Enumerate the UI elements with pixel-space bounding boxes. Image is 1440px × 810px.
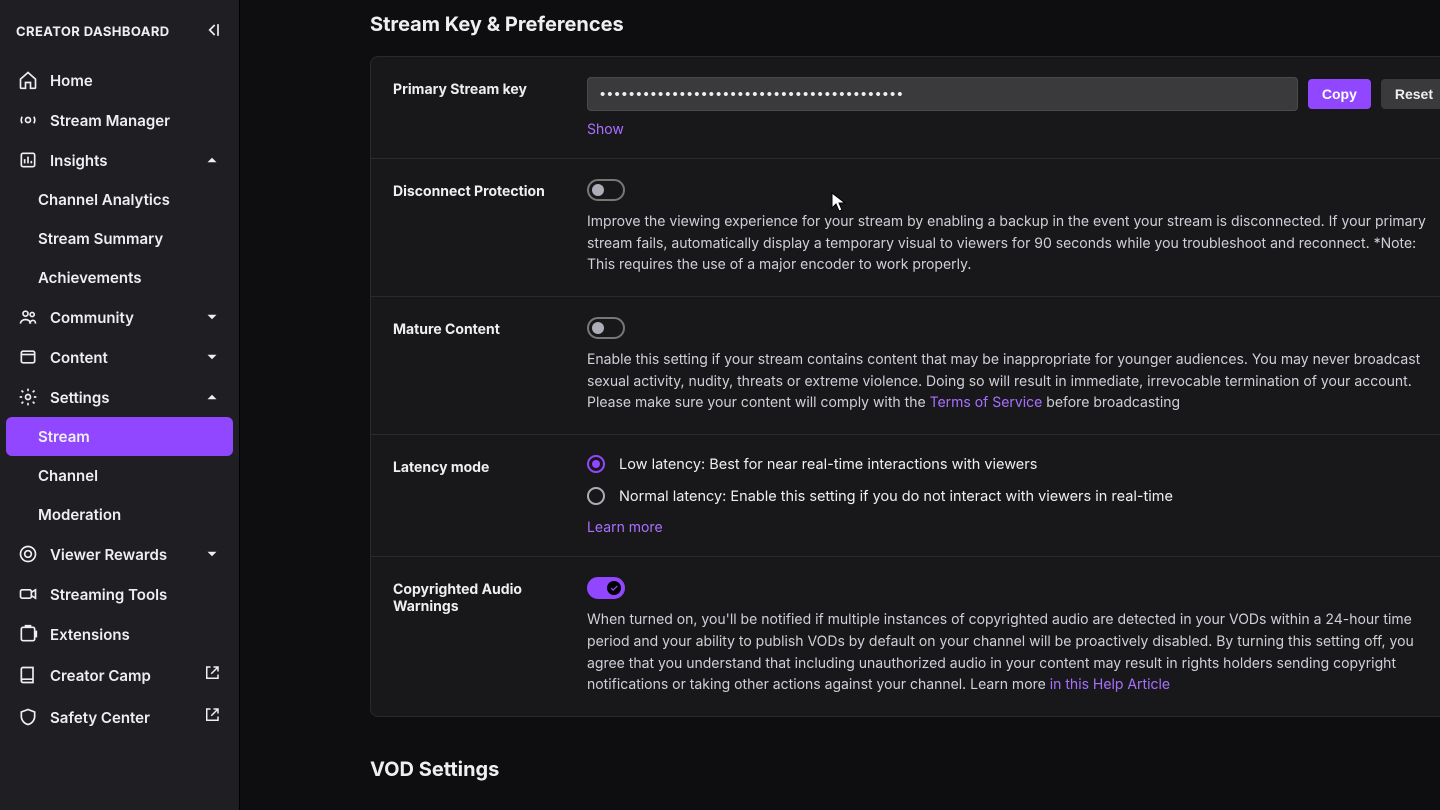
row-label: Latency mode <box>393 455 563 536</box>
sidebar-item-creator-camp[interactable]: Creator Camp <box>6 654 233 696</box>
stream-key-input[interactable] <box>587 77 1298 111</box>
sidebar: CREATOR DASHBOARD Home Stream Manager In… <box>0 0 240 810</box>
content-icon <box>18 347 38 367</box>
sidebar-label: Channel <box>38 466 98 485</box>
section-title: Stream Key & Preferences <box>370 12 1440 36</box>
row-copyrighted-audio: Copyrighted Audio Warnings When turned o… <box>371 557 1440 716</box>
copy-button[interactable]: Copy <box>1308 79 1371 109</box>
preferences-panel: Primary Stream key Copy Reset Show Disco… <box>370 56 1440 717</box>
tos-link[interactable]: Terms of Service <box>930 394 1043 411</box>
sidebar-item-community[interactable]: Community <box>6 297 233 337</box>
disconnect-toggle[interactable] <box>587 179 625 201</box>
sidebar-label: Stream Summary <box>38 229 163 248</box>
sidebar-label: Viewer Rewards <box>50 545 167 564</box>
sidebar-label: Achievements <box>38 268 141 287</box>
chevron-down-icon <box>203 545 221 563</box>
sidebar-item-extensions[interactable]: Extensions <box>6 614 233 654</box>
sidebar-item-channel-analytics[interactable]: Channel Analytics <box>6 180 233 219</box>
sidebar-item-moderation[interactable]: Moderation <box>6 495 233 534</box>
sidebar-label: Extensions <box>50 625 130 644</box>
extensions-icon <box>18 624 38 644</box>
row-label: Mature Content <box>393 317 563 414</box>
sidebar-label: Insights <box>50 151 107 170</box>
sidebar-label: Creator Camp <box>50 666 151 685</box>
chevron-up-icon <box>203 388 221 406</box>
sidebar-label: Home <box>50 71 93 90</box>
chevron-down-icon <box>203 308 221 326</box>
sidebar-item-insights[interactable]: Insights <box>6 140 233 180</box>
sidebar-item-streaming-tools[interactable]: Streaming Tools <box>6 574 233 614</box>
collapse-sidebar-button[interactable] <box>203 20 223 44</box>
row-disconnect-protection: Disconnect Protection Improve the viewin… <box>371 159 1440 297</box>
vod-section-title: VOD Settings <box>370 757 1440 781</box>
camera-icon <box>18 584 38 604</box>
book-icon <box>18 665 38 685</box>
disconnect-description: Improve the viewing experience for your … <box>587 211 1440 276</box>
reset-button[interactable]: Reset <box>1381 79 1440 109</box>
row-latency-mode: Latency mode Low latency: Best for near … <box>371 435 1440 557</box>
sidebar-item-stream[interactable]: Stream <box>6 417 233 456</box>
show-key-link[interactable]: Show <box>587 121 1440 138</box>
sidebar-item-channel[interactable]: Channel <box>6 456 233 495</box>
sidebar-item-settings[interactable]: Settings <box>6 377 233 417</box>
row-label: Primary Stream key <box>393 77 563 138</box>
sidebar-item-viewer-rewards[interactable]: Viewer Rewards <box>6 534 233 574</box>
row-label: Copyrighted Audio Warnings <box>393 577 563 696</box>
radio-label: Normal latency: Enable this setting if y… <box>619 488 1173 505</box>
main-content: Stream Key & Preferences Primary Stream … <box>240 0 1440 810</box>
sidebar-label: Settings <box>50 388 109 407</box>
radio-icon <box>587 487 605 505</box>
help-article-link[interactable]: in this Help Article <box>1050 676 1170 693</box>
gear-icon <box>18 387 38 407</box>
sidebar-label: Stream <box>38 427 90 446</box>
shield-icon <box>18 707 38 727</box>
home-icon <box>18 70 38 90</box>
sidebar-label: Stream Manager <box>50 111 170 130</box>
sidebar-item-achievements[interactable]: Achievements <box>6 258 233 297</box>
latency-learn-more-link[interactable]: Learn more <box>587 519 1440 536</box>
sidebar-label: Community <box>50 308 134 327</box>
row-label: Disconnect Protection <box>393 179 563 276</box>
sidebar-item-stream-manager[interactable]: Stream Manager <box>6 100 233 140</box>
chevron-down-icon <box>203 348 221 366</box>
radio-label: Low latency: Best for near real-time int… <box>619 456 1037 473</box>
rewards-icon <box>18 544 38 564</box>
mature-toggle[interactable] <box>587 317 625 339</box>
audio-description: When turned on, you'll be notified if mu… <box>587 609 1440 696</box>
sidebar-label: Safety Center <box>50 708 150 727</box>
sidebar-label: Channel Analytics <box>38 190 170 209</box>
sidebar-label: Moderation <box>38 505 121 524</box>
radio-icon <box>587 455 605 473</box>
external-link-icon <box>203 706 221 728</box>
sidebar-label: Content <box>50 348 108 367</box>
chevron-up-icon <box>203 151 221 169</box>
sidebar-item-safety-center[interactable]: Safety Center <box>6 696 233 738</box>
audio-warnings-toggle[interactable] <box>587 577 625 599</box>
community-icon <box>18 307 38 327</box>
sidebar-label: Streaming Tools <box>50 585 167 604</box>
insights-icon <box>18 150 38 170</box>
sidebar-item-home[interactable]: Home <box>6 60 233 100</box>
sidebar-item-content[interactable]: Content <box>6 337 233 377</box>
external-link-icon <box>203 664 221 686</box>
mature-description: Enable this setting if your stream conta… <box>587 349 1440 414</box>
latency-normal-radio[interactable]: Normal latency: Enable this setting if y… <box>587 487 1440 505</box>
row-stream-key: Primary Stream key Copy Reset Show <box>371 57 1440 159</box>
sidebar-item-stream-summary[interactable]: Stream Summary <box>6 219 233 258</box>
sidebar-title: CREATOR DASHBOARD <box>16 24 170 40</box>
latency-low-radio[interactable]: Low latency: Best for near real-time int… <box>587 455 1440 473</box>
row-mature-content: Mature Content Enable this setting if yo… <box>371 297 1440 435</box>
stream-manager-icon <box>18 110 38 130</box>
